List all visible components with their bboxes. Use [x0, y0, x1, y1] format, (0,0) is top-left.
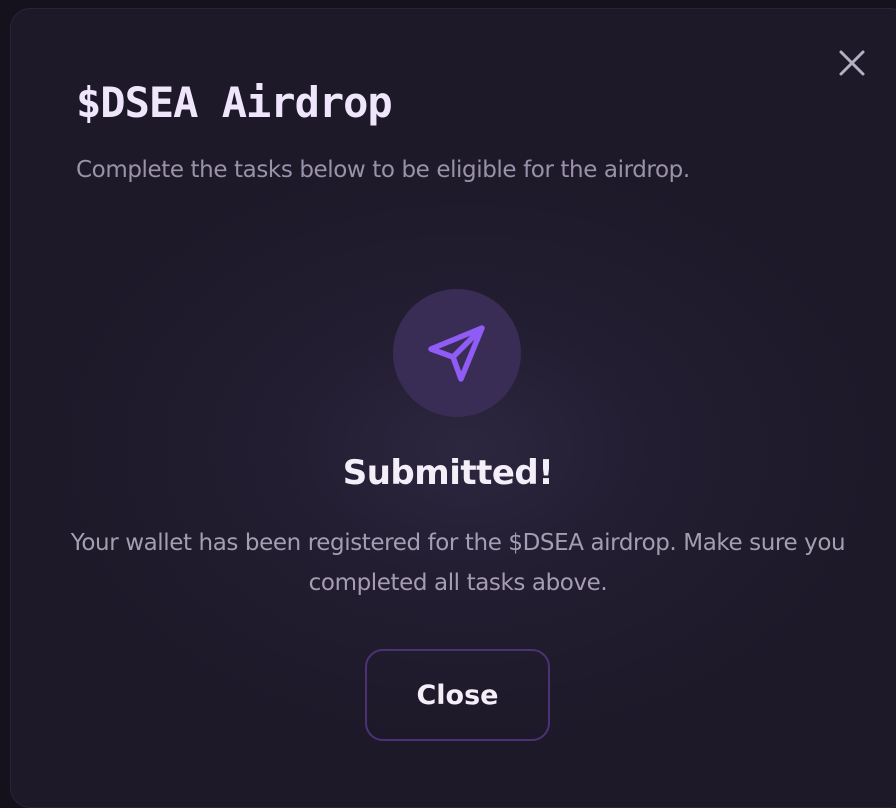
close-button[interactable]: Close	[365, 649, 550, 741]
status-message: Your wallet has been registered for the …	[70, 530, 846, 596]
modal-subtitle: Complete the tasks below to be eligible …	[76, 157, 690, 183]
status-icon-badge	[393, 289, 521, 417]
send-icon	[428, 325, 485, 382]
modal-close-x[interactable]	[830, 41, 874, 85]
status-heading: Submitted!	[342, 453, 554, 493]
close-icon	[839, 50, 865, 76]
modal-title: $DSEA Airdrop	[76, 78, 393, 127]
